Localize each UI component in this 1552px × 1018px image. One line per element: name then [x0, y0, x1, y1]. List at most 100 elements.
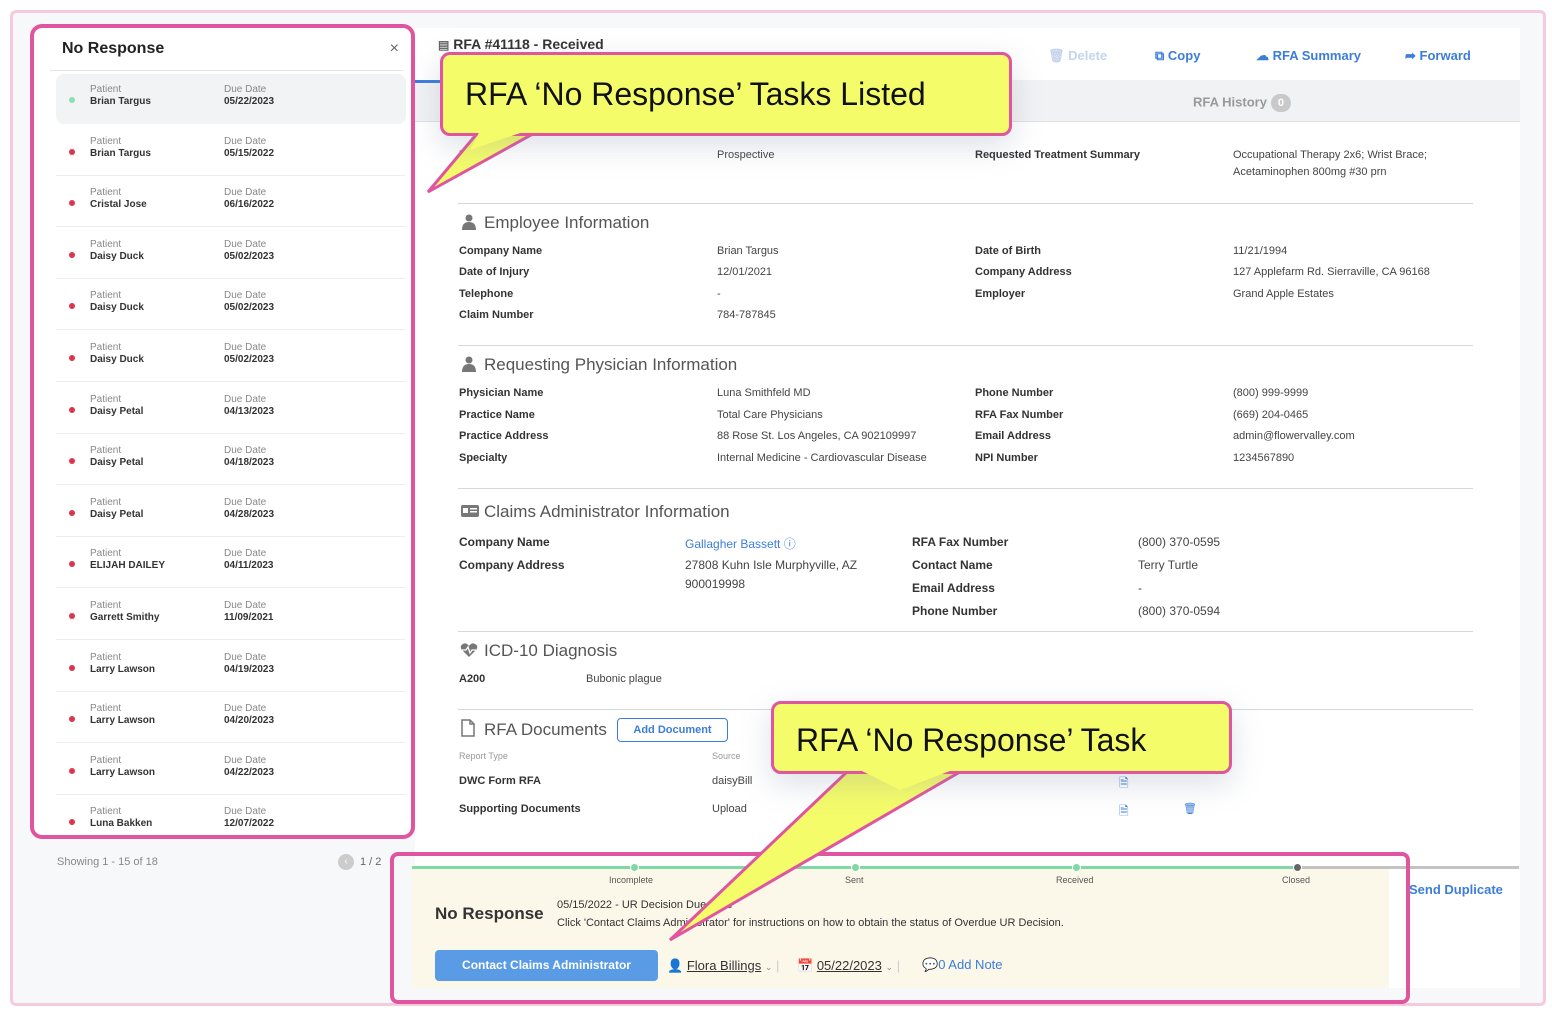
patient-cell: Patient Daisy Petal [90, 445, 143, 469]
task-list-item[interactable]: Patient Brian Targus Due Date 05/15/2022 [56, 126, 406, 176]
task-list-item[interactable]: Patient Daisy Duck Due Date 05/02/2023 [56, 229, 406, 279]
physician-phone-label: Phone Number [975, 387, 1054, 399]
file-icon [460, 719, 478, 737]
divider [458, 488, 1473, 489]
no-response-task-list: No Response × Patient Brian Targus Due Dat… [30, 24, 415, 839]
task-list-item[interactable]: Patient Larry Lawson Due Date 04/20/2023 [56, 693, 406, 744]
due-date: 04/20/2023 [224, 715, 275, 727]
chevron-left-icon[interactable]: ‹ [338, 854, 354, 870]
task-list-item[interactable]: Patient Daisy Petal Due Date 04/13/2023 [56, 384, 406, 434]
patient-label: Patient [90, 703, 122, 715]
employee-icon [460, 214, 478, 230]
task-list-item[interactable]: Patient Luna Bakken Due Date 12/07/2022 [56, 796, 406, 835]
forward-button[interactable]: ➦ Forward [1405, 48, 1471, 64]
employee-company-label: Company Name [459, 245, 543, 257]
forward-icon: ➦ [1405, 48, 1416, 63]
trash-icon[interactable]: 🗑 [1183, 802, 1197, 815]
ca-company-link[interactable]: Gallagher Bassett ⓘ [685, 535, 796, 552]
rfa-title-text: RFA #41118 - Received [453, 36, 604, 52]
patient-cell: Patient Larry Lawson [90, 652, 155, 676]
due-label: Due Date [224, 290, 267, 302]
delete-button[interactable]: 🗑 Delete [1048, 48, 1107, 64]
rfa-title: ▤ RFA #41118 - Received [438, 36, 604, 52]
due-cell: Due Date 05/02/2023 [224, 290, 274, 314]
diagnosis-section-title: ICD-10 Diagnosis [460, 641, 617, 661]
due-label: Due Date [224, 342, 267, 353]
ca-company-label: Company Name [459, 535, 550, 549]
task-list-item[interactable]: Patient Larry Lawson Due Date 04/22/2023 [56, 745, 406, 795]
status-dot [69, 303, 75, 310]
due-cell: Due Date 12/07/2022 [224, 806, 274, 830]
treatment-summary-label: Requested Treatment Summary [975, 149, 1141, 161]
due-label: Due Date [224, 238, 267, 250]
task-list-item[interactable]: Patient Garrett Smithy Due Date 11/09/2021 [56, 590, 406, 640]
physician-fax-value: (669) 204-0465 [1233, 409, 1309, 421]
status-dot [69, 355, 75, 361]
due-label: Due Date [224, 135, 267, 147]
tab-rfa-history[interactable]: RFA History 0 [1193, 94, 1291, 112]
due-cell: Due Date 05/15/2022 [224, 136, 274, 160]
status-dot [69, 613, 75, 619]
task-list-item[interactable]: Patient Cristal Jose Due Date 06/16/2022 [56, 177, 406, 228]
ca-contact-value: Terry Turtle [1138, 558, 1199, 572]
diagnosis-title-text: ICD-10 Diagnosis [484, 641, 618, 660]
physician-section-title: Requesting Physician Information [460, 355, 737, 375]
patient-label: Patient [90, 238, 122, 250]
task-list-item[interactable]: Patient Daisy Duck Due Date 05/02/2023 [56, 280, 406, 331]
patient-label: Patient [90, 290, 122, 302]
task-list-item[interactable]: Patient Larry Lawson Due Date 04/19/2023 [56, 642, 406, 692]
document-source: daisyBill [712, 775, 753, 787]
status-dot [69, 819, 75, 826]
physician-icon [460, 356, 478, 372]
status-dot [69, 716, 75, 723]
task-list-item[interactable]: Patient Daisy Duck Due Date 05/02/2023 [56, 332, 406, 382]
info-icon[interactable]: ⓘ [784, 537, 796, 551]
copy-button[interactable]: ⧉ Copy [1155, 48, 1200, 64]
due-label: Due Date [224, 754, 267, 766]
patient-cell: Patient Brian Targus [90, 136, 151, 160]
due-label: Due Date [224, 600, 267, 611]
trash-icon: 🗑 [1048, 48, 1065, 63]
patient-cell: Patient Garrett Smithy [90, 600, 159, 624]
patient-cell: Patient Cristal Jose [90, 187, 147, 211]
close-icon[interactable]: × [390, 40, 399, 58]
employee-company-value: Brian Targus [717, 245, 779, 257]
request-type-label: Reque [459, 149, 493, 161]
employee-section-title: Employee Information [460, 213, 649, 233]
send-duplicate-button[interactable]: Send Duplicate [1409, 882, 1503, 897]
due-cell: Due Date 06/16/2022 [224, 187, 274, 211]
physician-email-label: Email Address [975, 430, 1052, 442]
divider [458, 631, 1473, 632]
due-date: 05/15/2022 [224, 147, 275, 159]
patient-cell: Patient Larry Lawson [90, 703, 155, 727]
practice-address-value: 88 Rose St. Los Angeles, CA 902109997 [717, 430, 917, 442]
page-indicator: 1 / 2 [360, 856, 382, 868]
due-cell: Due Date 05/02/2023 [224, 342, 274, 366]
physician-email-value: admin@flowervalley.com [1233, 430, 1355, 442]
pdf-icon[interactable]: 🗎 [1119, 774, 1129, 795]
patient-label: Patient [90, 84, 122, 95]
due-cell: Due Date 04/22/2023 [224, 755, 274, 779]
due-cell: Due Date 04/20/2023 [224, 703, 274, 727]
status-dot [69, 509, 75, 516]
task-list-item[interactable]: Patient Daisy Petal Due Date 04/28/2023 [56, 487, 406, 537]
add-document-button[interactable]: Add Document [617, 718, 728, 742]
due-date: 05/22/2023 [224, 96, 275, 107]
claim-value: 784-787845 [717, 309, 776, 321]
patient-label: Patient [90, 342, 122, 353]
patient-name: Brian Targus [90, 147, 151, 159]
task-list-item[interactable]: Patient ELIJAH DAILEY Due Date 04/11/2023 [56, 538, 406, 589]
due-cell: Due Date 04/18/2023 [224, 445, 274, 469]
physician-phone-value: (800) 999-9999 [1233, 387, 1309, 399]
icd-description: Bubonic plague [586, 673, 662, 685]
status-dot [69, 664, 75, 671]
document-source: Upload [712, 803, 747, 815]
task-list-item[interactable]: Patient Brian Targus Due Date 05/22/2023 [56, 74, 406, 124]
task-list-item[interactable]: Patient Daisy Petal Due Date 04/18/2023 [56, 435, 406, 486]
physician-title-text: Requesting Physician Information [484, 355, 738, 374]
pdf-icon[interactable]: 🗎 [1119, 802, 1129, 823]
dob-label: Date of Birth [975, 245, 1041, 257]
rfa-summary-button[interactable]: ☁ RFA Summary [1256, 48, 1361, 64]
ca-company-value: Gallagher Bassett [685, 537, 781, 551]
due-cell: Due Date 04/28/2023 [224, 497, 274, 521]
